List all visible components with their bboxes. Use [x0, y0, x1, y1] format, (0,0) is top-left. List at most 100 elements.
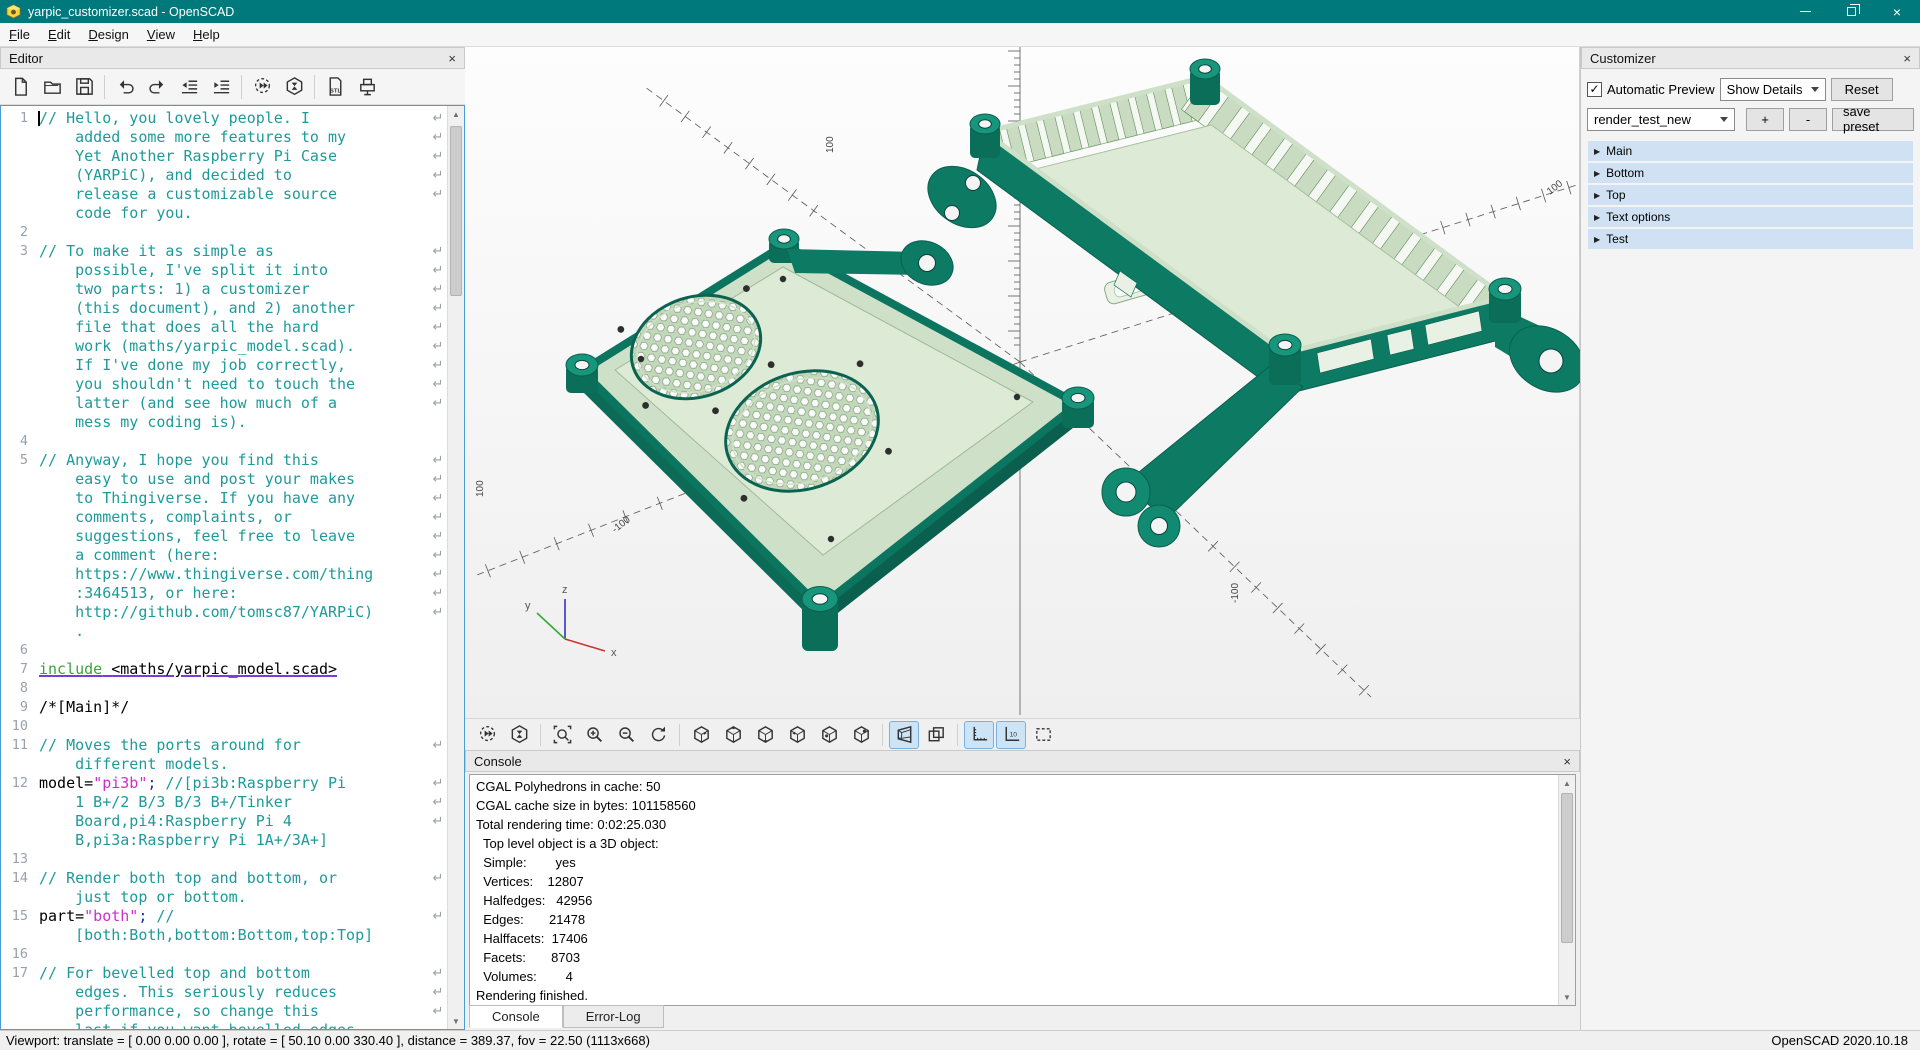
- code-row: added some more features to my↵: [1, 128, 447, 147]
- console-scrollbar-thumb[interactable]: [1561, 793, 1573, 943]
- customizer-panel: Customizer × ✓ Automatic Preview Show De…: [1580, 47, 1920, 1030]
- 3d-viewport[interactable]: 100100-100-100100: [465, 47, 1580, 718]
- menu-item-design[interactable]: Design: [79, 23, 137, 46]
- zoom-in-button[interactable]: [579, 721, 609, 749]
- code-row: release a customizable source↵: [1, 185, 447, 204]
- new-file-button[interactable]: [4, 72, 36, 102]
- console-close-icon[interactable]: ×: [1563, 754, 1571, 769]
- code-row: 17// For bevelled top and bottom↵: [1, 964, 447, 983]
- preview-button[interactable]: [472, 721, 502, 749]
- export-stl-button[interactable]: STL: [319, 72, 351, 102]
- scroll-up-icon[interactable]: ▲: [1559, 775, 1575, 791]
- section-main[interactable]: ▶Main: [1588, 141, 1913, 161]
- text-cursor: [38, 111, 40, 126]
- line-number: 5: [1, 451, 39, 470]
- close-button[interactable]: ×: [1874, 0, 1920, 23]
- show-axes-button[interactable]: [964, 721, 994, 749]
- indent-button[interactable]: [205, 72, 237, 102]
- orthogonal-button[interactable]: [921, 721, 951, 749]
- version-text: OpenSCAD 2020.10.18: [1771, 1033, 1914, 1048]
- remove-preset-button[interactable]: -: [1789, 108, 1827, 131]
- wrap-indicator-icon: ↵: [429, 603, 447, 622]
- zoom-out-button[interactable]: [611, 721, 641, 749]
- view-left-button[interactable]: [782, 721, 812, 749]
- preview-button[interactable]: [246, 72, 278, 102]
- svg-text:100: 100: [825, 136, 836, 153]
- view-front-button[interactable]: [814, 721, 844, 749]
- save-file-button[interactable]: [68, 72, 100, 102]
- tab-console[interactable]: Console: [469, 1005, 563, 1028]
- view-right-button[interactable]: [686, 721, 716, 749]
- view-bottom-button[interactable]: [750, 721, 780, 749]
- send-to-printer-button[interactable]: [351, 72, 383, 102]
- code-rows: 1// Hello, you lovely people. I↵ added s…: [1, 106, 447, 1029]
- console-panel: Console × CGAL Polyhedrons in cache: 50C…: [465, 750, 1580, 1030]
- wrap-indicator-icon: ↵: [429, 546, 447, 565]
- automatic-preview-checkbox[interactable]: ✓: [1587, 82, 1602, 97]
- scroll-down-icon[interactable]: ▼: [1559, 989, 1575, 1005]
- code-row: B,pi3a:Raspberry Pi 1A+/3A+]: [1, 831, 447, 850]
- line-number: [1, 755, 39, 774]
- redo-button[interactable]: [141, 72, 173, 102]
- code-row: 3// To make it as simple as↵: [1, 242, 447, 261]
- toolbar-separator: [314, 75, 315, 99]
- line-number: 15: [1, 907, 39, 926]
- save-preset-button[interactable]: save preset: [1832, 108, 1914, 131]
- wrap-indicator-icon: ↵: [429, 774, 447, 793]
- reset-view-button[interactable]: [643, 721, 673, 749]
- code-row: suggestions, feel free to leave↵: [1, 527, 447, 546]
- console-line: Vertices: 12807: [476, 872, 1552, 891]
- add-preset-button[interactable]: +: [1746, 108, 1784, 131]
- show-scale-markers-button[interactable]: 10: [996, 721, 1026, 749]
- view-back-button[interactable]: [846, 721, 876, 749]
- show-details-dropdown[interactable]: Show Details: [1720, 78, 1826, 101]
- code-editor[interactable]: 1// Hello, you lovely people. I↵ added s…: [0, 105, 465, 1030]
- customizer-close-icon[interactable]: ×: [1903, 51, 1911, 66]
- undo-button[interactable]: [109, 72, 141, 102]
- svg-text:x: x: [611, 647, 617, 659]
- line-number: 14: [1, 869, 39, 888]
- code-row: 1// Hello, you lovely people. I↵: [1, 109, 447, 128]
- perspective-button[interactable]: [889, 721, 919, 749]
- render-button[interactable]: [278, 72, 310, 102]
- code-row: just top or bottom.: [1, 888, 447, 907]
- editor-title: Editor: [9, 51, 43, 66]
- reset-button[interactable]: Reset: [1831, 78, 1893, 101]
- section-bottom[interactable]: ▶Bottom: [1588, 163, 1913, 183]
- menu-item-view[interactable]: View: [138, 23, 184, 46]
- expand-arrow-icon: ▶: [1594, 147, 1600, 156]
- minimize-button[interactable]: [1782, 0, 1828, 23]
- restore-button[interactable]: [1828, 0, 1874, 23]
- preset-dropdown[interactable]: render_test_new: [1587, 108, 1735, 131]
- line-number: [1, 983, 39, 1002]
- section-test[interactable]: ▶Test: [1588, 229, 1913, 249]
- open-file-button[interactable]: [36, 72, 68, 102]
- code-row: 16: [1, 945, 447, 964]
- render-button[interactable]: [504, 721, 534, 749]
- editor-scrollbar[interactable]: ▲ ▼: [447, 106, 464, 1029]
- editor-close-icon[interactable]: ×: [448, 51, 456, 66]
- line-number: [1, 394, 39, 413]
- unindent-button[interactable]: [173, 72, 205, 102]
- menu-item-help[interactable]: Help: [184, 23, 229, 46]
- menu-item-file[interactable]: File: [0, 23, 39, 46]
- svg-text:100: 100: [475, 480, 486, 497]
- line-number: [1, 584, 39, 603]
- tab-error-log[interactable]: Error-Log: [563, 1005, 664, 1028]
- line-number: 11: [1, 736, 39, 755]
- section-text-options[interactable]: ▶Text options: [1588, 207, 1913, 227]
- view-top-button[interactable]: [718, 721, 748, 749]
- editor-scrollbar-thumb[interactable]: [450, 126, 462, 296]
- line-number: [1, 831, 39, 850]
- console-scrollbar[interactable]: ▲ ▼: [1558, 775, 1575, 1005]
- zoom-all-button[interactable]: [547, 721, 577, 749]
- customizer-header: Customizer ×: [1581, 47, 1920, 69]
- wrap-indicator-icon: ↵: [429, 565, 447, 584]
- wrap-indicator-icon: ↵: [429, 983, 447, 1002]
- menu-item-edit[interactable]: Edit: [39, 23, 79, 46]
- section-top[interactable]: ▶Top: [1588, 185, 1913, 205]
- line-number: 6: [1, 641, 39, 660]
- scroll-down-icon[interactable]: ▼: [448, 1013, 464, 1029]
- scroll-up-icon[interactable]: ▲: [448, 106, 464, 122]
- view-all-button[interactable]: [1028, 721, 1058, 749]
